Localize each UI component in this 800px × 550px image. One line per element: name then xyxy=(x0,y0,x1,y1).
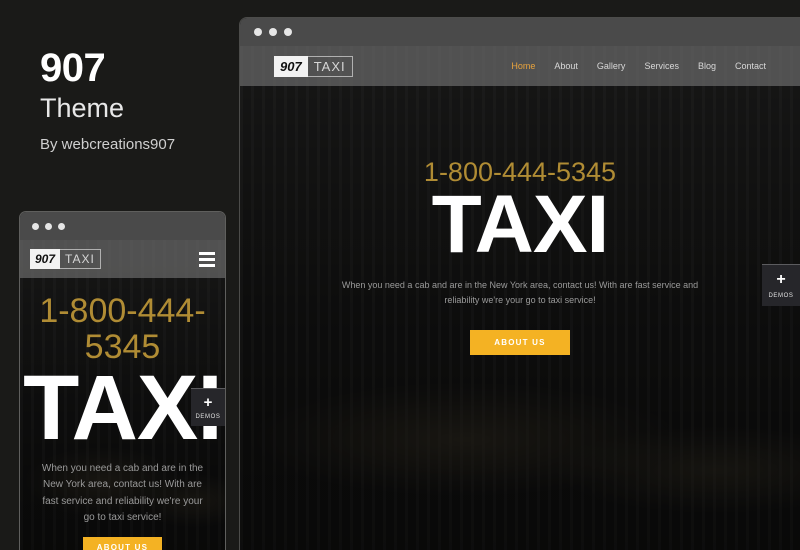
demos-tab-label: DEMOS xyxy=(768,293,794,299)
hamburger-bar xyxy=(199,263,215,267)
hamburger-icon[interactable] xyxy=(199,251,215,267)
nav-item-blog[interactable]: Blog xyxy=(698,61,716,71)
theme-author: By webcreations907 xyxy=(40,136,176,153)
nav-item-contact[interactable]: Contact xyxy=(735,61,766,71)
mobile-site-viewport: 907 TAXI 1-800-444-5345 TAXI When you ne… xyxy=(20,240,225,550)
site-logo[interactable]: 907 TAXI xyxy=(274,55,353,77)
screenshot-root: 907 Theme By webcreations907 907 TAXI 1-… xyxy=(0,0,800,550)
nav-item-gallery[interactable]: Gallery xyxy=(597,61,626,71)
mobile-site-navbar: 907 TAXI xyxy=(20,240,225,278)
desktop-hero-section: 1-800-444-5345 TAXI When you need a cab … xyxy=(240,86,800,355)
desktop-browser-chrome-bar xyxy=(240,18,800,46)
hero-phone-number[interactable]: 1-800-444-5345 xyxy=(20,293,225,365)
hero-description: When you need a cab and are in the New Y… xyxy=(341,280,699,306)
nav-item-about[interactable]: About xyxy=(554,61,578,71)
logo-word: TAXI xyxy=(60,249,101,269)
window-dot-icon[interactable] xyxy=(45,222,52,230)
hero-title: TAXI xyxy=(431,179,610,271)
primary-navigation: Home About Gallery Services Blog Contact xyxy=(511,61,766,71)
desktop-site-navbar: 907 TAXI Home About Gallery Services Blo… xyxy=(240,46,800,86)
desktop-preview-mockup[interactable]: 907 TAXI Home About Gallery Services Blo… xyxy=(240,18,800,550)
window-dot-icon[interactable] xyxy=(269,28,277,36)
plus-icon: + xyxy=(203,394,213,411)
nav-item-services[interactable]: Services xyxy=(644,61,679,71)
window-dot-icon[interactable] xyxy=(32,222,39,230)
logo-mark: 907 xyxy=(30,249,61,269)
hero-description: When you need a cab and are in the New Y… xyxy=(41,462,204,524)
theme-subtitle: Theme xyxy=(40,93,125,123)
window-dot-icon[interactable] xyxy=(284,28,292,36)
logo-word: TAXI xyxy=(307,55,353,77)
about-us-button[interactable]: ABOUT US xyxy=(470,329,570,355)
window-dot-icon[interactable] xyxy=(58,222,65,230)
mobile-browser-chrome-bar xyxy=(20,212,225,240)
demos-tab[interactable]: + DEMOS xyxy=(762,264,800,306)
desktop-site-viewport: 907 TAXI Home About Gallery Services Blo… xyxy=(240,46,800,550)
nav-item-home[interactable]: Home xyxy=(511,61,535,71)
site-logo[interactable]: 907 TAXI xyxy=(30,249,101,269)
window-dot-icon[interactable] xyxy=(254,28,262,36)
plus-icon: + xyxy=(776,271,786,288)
hamburger-bar xyxy=(199,257,215,261)
theme-info-panel: 907 Theme By webcreations907 907 TAXI 1-… xyxy=(0,0,240,550)
demos-tab-label: DEMOS xyxy=(195,414,221,420)
about-us-button[interactable]: ABOUT US xyxy=(82,536,163,550)
logo-mark: 907 xyxy=(274,55,308,77)
mobile-preview-mockup[interactable]: 907 TAXI 1-800-444-5345 TAXI When you ne… xyxy=(20,212,225,550)
theme-title: 907 xyxy=(40,46,106,90)
demos-tab[interactable]: + DEMOS xyxy=(191,388,225,426)
hamburger-bar xyxy=(199,251,215,255)
